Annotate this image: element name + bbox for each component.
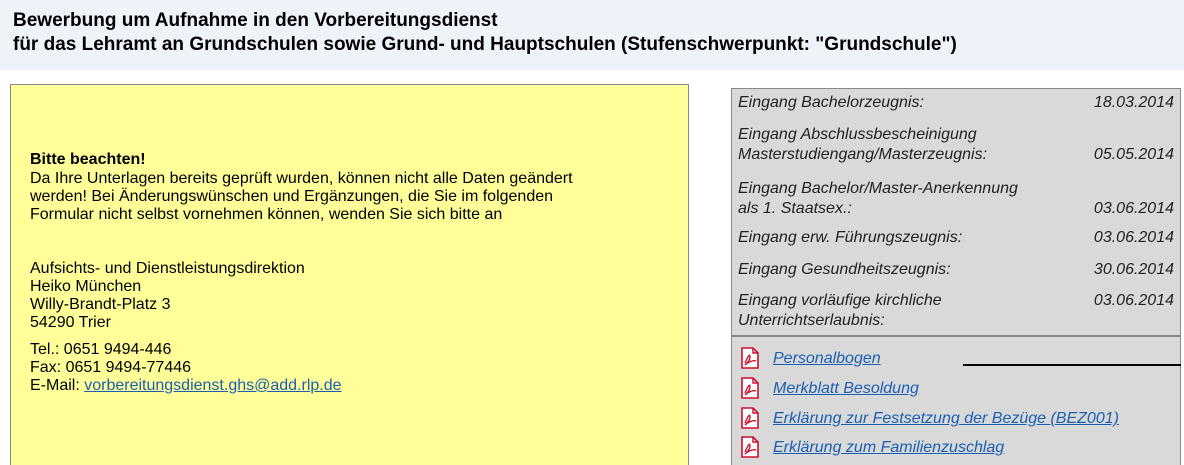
contact-org: Aufsichts- und Dienstleistungsdirektion [30, 260, 305, 277]
receipt-date: 18.03.2014 [1093, 94, 1174, 111]
document-link-label[interactable]: Personalbogen [773, 350, 881, 368]
receipt-label-line2: Unterrichtserlaubnis: [738, 312, 885, 329]
receipt-dates-panel: Eingang Bachelorzeugnis: 18.03.2014 Eing… [731, 88, 1181, 336]
document-link-label[interactable]: Merkblatt Besoldung [773, 380, 919, 398]
receipt-label-line1: Eingang Bachelor/Master-Anerkennung [738, 180, 1018, 197]
notice-box: Bitte beachten! Da Ihre Unterlagen berei… [10, 84, 689, 465]
contact-email-label: E-Mail: [30, 377, 80, 394]
contact-name: Heiko München [30, 278, 142, 295]
receipt-date: 03.06.2014 [1093, 229, 1174, 246]
page-header: Bewerbung um Aufnahme in den Vorbereitun… [0, 0, 1184, 70]
contact-email-row: E-Mail: vorbereitungsdienst.ghs@add.rlp.… [30, 377, 342, 395]
receipt-label-line2: Masterstudiengang/Masterzeugnis: [738, 146, 988, 163]
contact-city: 54290 Trier [30, 314, 111, 331]
page-title-line2: für das Lehramt an Grundschulen sowie Gr… [13, 34, 957, 55]
notice-text-line: Da Ihre Unterlagen bereits geprüft wurde… [30, 170, 573, 187]
notice-text-line: Formular nicht selbst vornehmen können, … [30, 206, 503, 223]
contact-email-link[interactable]: vorbereitungsdienst.ghs@add.rlp.de [84, 377, 341, 394]
receipt-label: Eingang erw. Führungszeugnis: [738, 229, 963, 246]
notice-title: Bitte beachten! [30, 151, 146, 168]
contact-fax: Fax: 0651 9494-77446 [30, 359, 192, 376]
pdf-icon [741, 407, 759, 429]
receipt-date: 03.06.2014 [1093, 292, 1174, 309]
receipt-label-line1: Eingang vorläufige kirchliche [738, 292, 942, 309]
notice-text-line: werden! Bei Änderungswünschen und Ergänz… [30, 188, 554, 205]
receipt-label: Eingang Gesundheitszeugnis: [738, 261, 951, 278]
document-link-bez001[interactable]: Erklärung zur Festsetzung der Bezüge (BE… [739, 407, 1179, 429]
receipt-date: 05.05.2014 [1093, 146, 1174, 163]
receipt-date: 03.06.2014 [1093, 200, 1174, 217]
pdf-icon [741, 347, 759, 369]
page-title-line1: Bewerbung um Aufnahme in den Vorbereitun… [13, 10, 498, 31]
receipt-label-line1: Eingang Abschlussbescheinigung [738, 126, 977, 143]
receipt-label-line2: als 1. Staatsex.: [738, 200, 852, 217]
document-link-familienzuschlag[interactable]: Erklärung zum Familienzuschlag [739, 436, 1179, 458]
pdf-icon [741, 377, 759, 399]
document-link-label[interactable]: Erklärung zum Familienzuschlag [773, 439, 1004, 457]
document-link-merkblatt-besoldung[interactable]: Merkblatt Besoldung [739, 377, 1179, 399]
document-link-label[interactable]: Erklärung zur Festsetzung der Bezüge (BE… [773, 410, 1119, 428]
contact-tel: Tel.: 0651 9494-446 [30, 341, 172, 358]
documents-panel: Personalbogen Merkblatt Besoldung Erklär… [731, 336, 1181, 465]
contact-street: Willy-Brandt-Platz 3 [30, 296, 171, 313]
pdf-icon [741, 436, 759, 458]
receipt-label: Eingang Bachelorzeugnis: [738, 94, 924, 111]
annotation-line [963, 364, 1181, 366]
receipt-date: 30.06.2014 [1093, 261, 1174, 278]
